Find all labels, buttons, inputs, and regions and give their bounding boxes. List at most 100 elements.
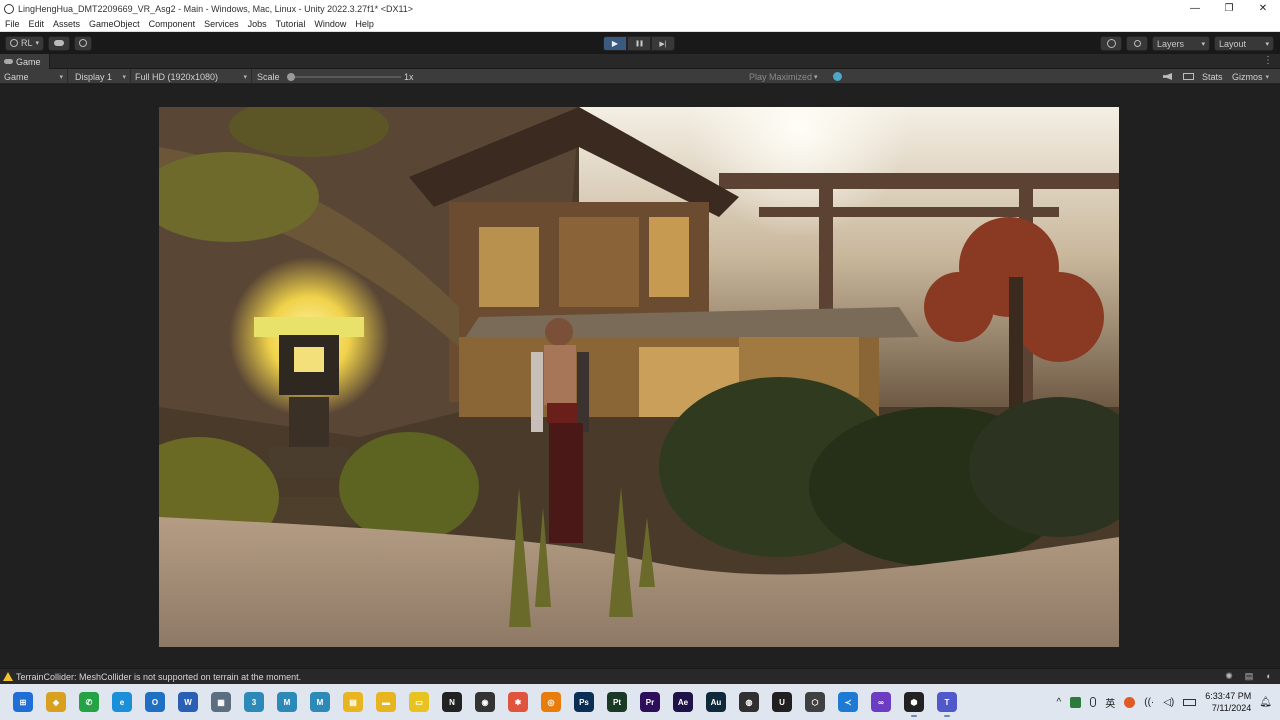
search-button[interactable] [1126,36,1148,51]
layout-dropdown[interactable]: Layout ▾ [1214,36,1274,51]
minimize-button[interactable]: — [1178,0,1212,17]
display-dropdown[interactable]: Display 1 ▾ [71,69,131,84]
menu-component[interactable]: Component [149,19,196,29]
windows-taskbar: ⊞ ◆ ✆ e O W ▦ 3 M M ▤ ▬ ▭ N ◉ ✱ ◎ Ps Pt Pr Ae Au ◍ U ⬡ ≺ ∞ ⬢ T ^ 英 (… [0,684,1280,720]
menu-assets[interactable]: Assets [53,19,80,29]
menu-window[interactable]: Window [314,19,346,29]
resolution-dropdown[interactable]: Full HD (1920x1080) ▾ [131,69,252,84]
unity-icon[interactable]: ⬢ [904,692,924,717]
step-button[interactable]: ▶| [651,36,675,51]
battery-icon[interactable] [1183,698,1197,706]
app-m1-icon[interactable]: M [277,692,297,712]
notifications-bell-icon[interactable]: 🔔︎ [1259,697,1272,708]
cloud-icon [54,40,65,46]
sticky-icon[interactable]: ▭ [409,692,429,712]
chevron-down-icon: ▾ [35,40,40,47]
main-toolbar: RL ▾ ▶ ❚❚ ▶| Layers ▾ Layout ▾ [0,32,1280,54]
outlook-icon[interactable]: O [145,692,165,712]
security-icon[interactable] [1124,696,1136,708]
window-title: LingHengHua_DMT2209669_VR_Asg2 - Main - … [18,3,414,14]
menu-services[interactable]: Services [204,19,239,29]
photoshop-icon[interactable]: Ps [574,692,594,712]
gizmos-label: Gizmos [1232,71,1263,82]
tray-app-icon[interactable] [1070,696,1082,708]
account-icon [10,39,18,47]
close-button[interactable]: ✕ [1246,0,1280,17]
folder-icon[interactable]: ▬ [376,692,396,712]
layers-app-icon[interactable]: ◆ [46,692,66,712]
premiere-icon[interactable]: Pr [640,692,660,712]
menu-file[interactable]: File [5,19,20,29]
search-icon [1133,40,1141,47]
progress-icon[interactable]: ▤ [1242,671,1256,683]
bug-icon[interactable] [833,72,842,81]
word-icon[interactable]: W [178,692,198,712]
grid-icon[interactable] [1183,73,1194,80]
start-icon[interactable]: ⊞ [13,692,33,712]
notes-icon[interactable]: ▤ [343,692,363,712]
game-scene-illustration [159,107,1119,647]
stats-button[interactable]: Stats [1198,69,1227,84]
tab-bar: Game ⋮ [0,54,1280,69]
microphone-icon[interactable] [1090,697,1097,707]
tab-game[interactable]: Game [0,54,50,69]
layers-dropdown[interactable]: Layers ▾ [1152,36,1210,51]
unity-hub-icon[interactable]: ⬡ [805,692,825,712]
menu-tutorial[interactable]: Tutorial [276,19,306,29]
menu-jobs[interactable]: Jobs [248,19,267,29]
whatsapp-icon[interactable]: ✆ [79,692,99,712]
volume-icon[interactable]: ◁) [1163,697,1174,708]
audition-icon[interactable]: Au [706,692,726,712]
figma-icon[interactable]: ✱ [508,692,528,712]
after-effects-icon[interactable]: Ae [673,692,693,712]
obs-icon[interactable]: ◍ [739,692,759,712]
app-m2-icon[interactable]: M [310,692,330,712]
github-icon[interactable]: ◉ [475,692,495,712]
clock[interactable]: 6:33:47 PM 7/11/2024 [1205,690,1251,714]
play-mode-label: Play Maximized [749,71,813,82]
collab-button[interactable] [74,35,93,51]
chevron-down-icon: ▾ [814,73,818,81]
notification-icon[interactable]: ◐ [1262,671,1276,683]
play-mode-dropdown[interactable]: Play Maximized ▾ [745,69,822,84]
tray-overflow-icon[interactable]: ^ [1057,697,1062,708]
gizmos-dropdown[interactable]: Gizmos ▾ [1228,69,1273,84]
edge-icon[interactable]: e [112,692,132,712]
wifi-icon[interactable]: ((· [1144,697,1154,708]
debug-icon[interactable]: ✺ [1222,671,1236,683]
scale-slider[interactable] [287,73,401,81]
app-3-icon[interactable]: 3 [244,692,264,712]
console-status-bar[interactable]: TerrainCollider: MeshCollider is not sup… [0,668,1280,684]
play-controls: ▶ ❚❚ ▶| [603,36,675,51]
maximize-button[interactable]: ❐ [1212,0,1246,17]
chevron-down-icon: ▾ [1265,73,1270,81]
visual-studio-icon[interactable]: ∞ [871,692,891,712]
view-mode-dropdown[interactable]: Game ▾ [0,69,68,84]
menu-edit[interactable]: Edit [29,19,45,29]
scale-slider-knob[interactable] [287,73,295,81]
pause-button[interactable]: ❚❚ [627,36,651,51]
account-button[interactable]: RL ▾ [5,35,45,51]
unreal-icon[interactable]: U [772,692,792,712]
cloud-button[interactable] [48,35,71,51]
teams-icon[interactable]: T [937,692,957,717]
layers-label: Layers [1157,38,1185,49]
menu-help[interactable]: Help [355,19,374,29]
menu-gameobject[interactable]: GameObject [89,19,140,29]
game-render-view[interactable] [159,107,1119,647]
audio-icon[interactable] [1163,73,1172,80]
vscode-icon[interactable]: ≺ [838,692,858,712]
display-label: Display 1 [75,71,113,82]
play-button[interactable]: ▶ [603,36,627,51]
account-label: RL [21,38,33,48]
notion-icon[interactable]: N [442,692,462,712]
input-method-indicator[interactable]: 英 [1105,695,1115,710]
tab-menu-icon[interactable]: ⋮ [1263,55,1273,66]
play-icon: ▶ [611,39,619,48]
image-app-icon[interactable]: ▦ [211,692,231,712]
chevron-down-icon: ▾ [1265,40,1269,48]
gamepad-icon [4,59,13,64]
history-button[interactable] [1100,36,1122,51]
blender-icon[interactable]: ◎ [541,692,561,712]
painter-icon[interactable]: Pt [607,692,627,712]
